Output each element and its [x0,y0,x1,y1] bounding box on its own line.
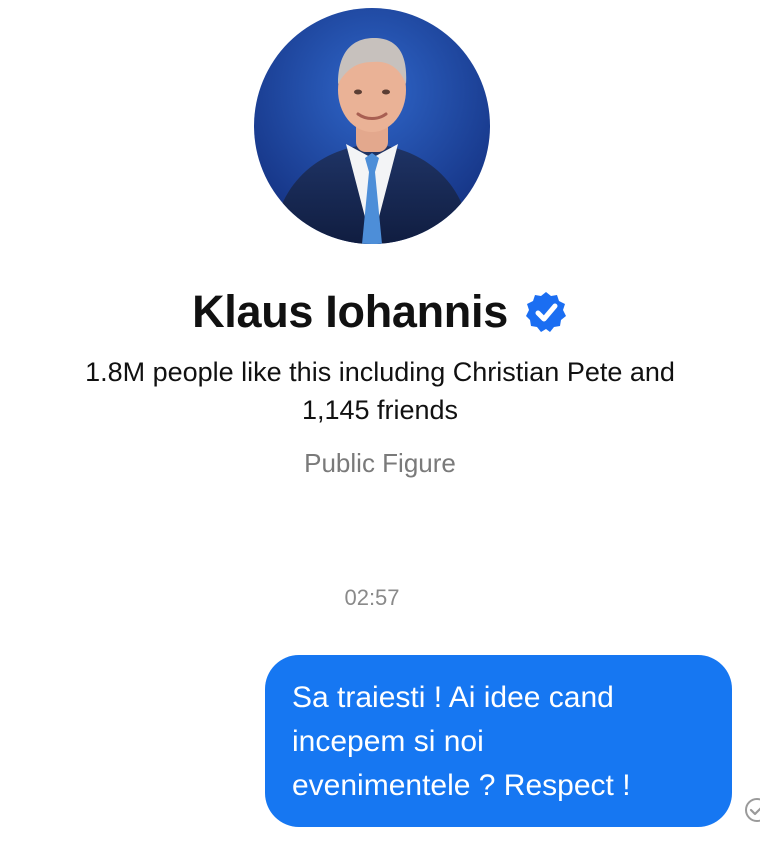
outgoing-message-bubble[interactable]: Sa traiesti ! Ai idee cand incepem si no… [265,655,732,827]
profile-name[interactable]: Klaus Iohannis [192,286,508,338]
profile-avatar[interactable] [254,8,490,244]
message-timestamp: 02:57 [344,585,400,610]
message-line-3: evenimentele ? Respect ! [292,769,631,802]
profile-category: Public Figure [304,448,456,478]
message-line-1: Sa traiesti ! Ai idee cand [292,681,614,714]
messenger-conversation-screen: Klaus Iohannis 1.8M people like this inc… [0,0,760,851]
profile-photo-icon [254,8,490,244]
profile-header: Klaus Iohannis [0,280,760,344]
likes-text-line-2: 1,145 friends [301,395,459,425]
profile-likes-summary: 1.8M people like this including Christia… [0,353,760,429]
sent-check-icon [744,797,760,823]
likes-text-line-1: 1.8M people like this including Christia… [85,357,675,387]
verified-badge-icon [524,290,568,334]
message-line-2: incepem si noi [292,725,484,758]
